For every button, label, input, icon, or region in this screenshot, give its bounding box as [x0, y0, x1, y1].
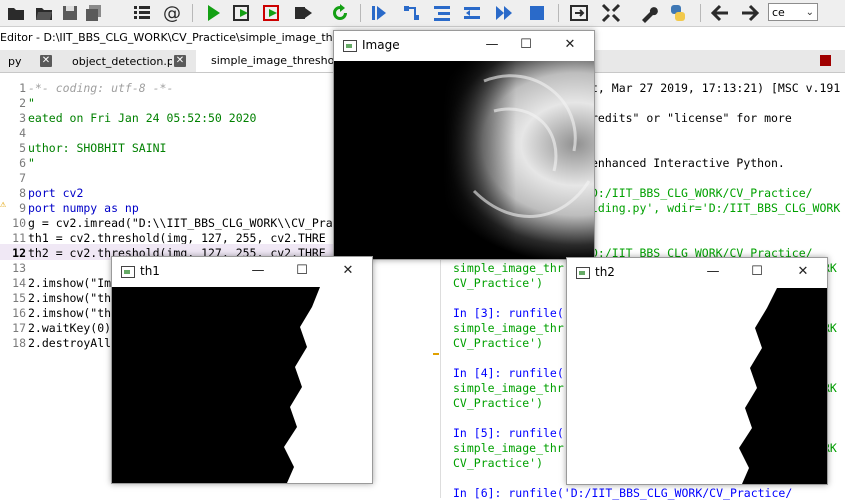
select-value: ce	[772, 6, 785, 19]
th2-window[interactable]: th2 — ☐ ✕	[566, 257, 828, 485]
console-line: CV_Practice')	[453, 456, 544, 470]
console-line: redits" or "license" for more	[591, 111, 792, 125]
folder-icon[interactable]	[34, 3, 54, 23]
image-window[interactable]: Image — ☐ ✕	[333, 30, 595, 260]
fullscreen-icon[interactable]	[601, 3, 621, 23]
code-line: port numpy as np	[28, 201, 139, 215]
window-titlebar[interactable]: th2 — ☐ ✕	[567, 258, 827, 288]
console-prompt: In [3]: runfile(	[453, 306, 564, 320]
tab-py[interactable]: py	[8, 52, 32, 72]
chevron-down-icon: ⌄	[805, 7, 814, 18]
save-all-icon[interactable]	[84, 3, 104, 23]
rerun-icon[interactable]	[330, 3, 350, 23]
run-icon[interactable]	[203, 3, 223, 23]
console-line: simple_image_thr	[453, 381, 564, 395]
window-icon	[121, 266, 135, 278]
console-line: CV_Practice')	[453, 396, 544, 410]
maximize-icon[interactable]: ☐	[518, 37, 534, 53]
close-icon[interactable]: ✕	[562, 37, 578, 53]
console-line: simple_image_thr	[453, 261, 564, 275]
editor-title: Editor - D:\IIT_BBS_CLG_WORK\CV_Practice…	[0, 31, 340, 44]
stop-icon[interactable]	[527, 3, 547, 23]
separator	[558, 4, 559, 22]
close-icon[interactable]: ✕	[40, 55, 52, 67]
close-icon[interactable]: ✕	[795, 264, 811, 280]
minimize-icon[interactable]: —	[250, 263, 266, 279]
window-icon	[576, 267, 590, 279]
code-line: "	[28, 156, 35, 170]
console-line: simple_image_thr	[453, 321, 564, 335]
run-selection-icon[interactable]	[293, 3, 313, 23]
console-line: simple_image_thr	[453, 441, 564, 455]
code-line: th1 = cv2.threshold(img, 127, 255, cv2.T…	[28, 231, 326, 245]
wrench-icon[interactable]	[639, 3, 659, 23]
at-icon[interactable]: @	[162, 3, 182, 23]
continue-icon[interactable]	[494, 3, 514, 23]
separator	[700, 4, 701, 22]
tab-simple-image-thresholding[interactable]: simple_image_thresholding	[196, 50, 336, 72]
minimize-icon[interactable]: —	[484, 37, 500, 53]
close-icon[interactable]: ✕	[174, 55, 186, 67]
console-prompt: In [4]: runfile(	[453, 366, 564, 380]
minimize-icon[interactable]: —	[705, 264, 721, 280]
toolbar: @ ce ⌄	[0, 0, 845, 27]
code-line: 2.imshow("th	[28, 306, 112, 320]
step-icon[interactable]	[402, 3, 422, 23]
code-line: -*- coding: utf-8 -*-	[28, 81, 174, 95]
code-line: port cv2	[28, 186, 84, 200]
debug-icon[interactable]	[369, 3, 389, 23]
maximize-pane-icon[interactable]	[569, 3, 589, 23]
code-line: 2.imshow("th	[28, 291, 112, 305]
console-line: CV_Practice')	[453, 276, 544, 290]
console-line: lding.py', wdir='D:/IIT_BBS_CLG_WORK	[591, 201, 841, 215]
run-cell-icon[interactable]	[232, 3, 252, 23]
window-icon	[343, 40, 357, 52]
console-line: enhanced Interactive Python.	[591, 156, 785, 170]
maximize-icon[interactable]: ☐	[749, 264, 765, 280]
window-titlebar[interactable]: th1 — ☐ ✕	[112, 257, 372, 287]
run-cell-advance-icon[interactable]	[262, 3, 282, 23]
scroll-marker	[433, 353, 439, 355]
code-line: 2.destroyAll	[28, 336, 112, 350]
code-line: 2.imshow("Im	[28, 276, 112, 290]
window-title: th1	[140, 264, 160, 278]
window-title: th2	[595, 265, 615, 279]
save-icon[interactable]	[60, 3, 80, 23]
code-line: g = cv2.imread("D:\\IIT_BBS_CLG_WORK\\CV…	[28, 216, 333, 230]
code-line: eated on Fri Jan 24 05:52:50 2020	[28, 111, 257, 125]
console-prompt: In [5]: runfile(	[453, 426, 564, 440]
close-icon[interactable]: ✕	[340, 263, 356, 279]
step-into-icon[interactable]	[432, 3, 452, 23]
code-line: 2.waitKey(0)	[28, 321, 112, 335]
threshold-binary-inverse-image	[567, 288, 827, 484]
code-line: uthor: SHOBHIT SAINI	[28, 141, 167, 155]
svg-text:@: @	[163, 3, 181, 23]
stop-kernel-icon[interactable]	[820, 55, 831, 66]
console-line: D:/IIT_BBS_CLG_WORK/CV_Practice/	[591, 186, 813, 200]
window-titlebar[interactable]: Image — ☐ ✕	[334, 31, 594, 61]
tab-object-detection[interactable]: object_detection.py	[72, 52, 172, 72]
code-line: "	[28, 96, 35, 110]
back-icon[interactable]	[710, 3, 730, 23]
window-title: Image	[362, 38, 400, 52]
console-line: CV_Practice')	[453, 336, 544, 350]
list-icon[interactable]	[132, 3, 152, 23]
grayscale-image	[334, 61, 594, 259]
python-icon[interactable]	[668, 3, 688, 23]
console-line: t, Mar 27 2019, 17:13:21) [MSC v.191	[591, 81, 841, 95]
maximize-icon[interactable]: ☐	[294, 263, 310, 279]
separator	[360, 4, 361, 22]
separator	[192, 4, 193, 22]
working-directory-select[interactable]: ce ⌄	[768, 3, 818, 21]
threshold-binary-image	[112, 287, 372, 483]
forward-icon[interactable]	[740, 3, 760, 23]
folder-open-icon[interactable]	[6, 3, 26, 23]
th1-window[interactable]: th1 — ☐ ✕	[111, 256, 373, 484]
step-return-icon[interactable]	[462, 3, 482, 23]
